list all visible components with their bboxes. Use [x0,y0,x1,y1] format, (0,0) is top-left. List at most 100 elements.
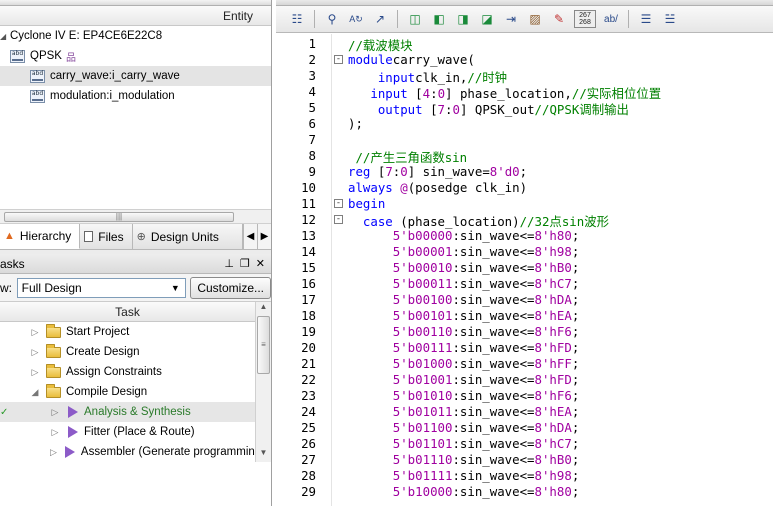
code-line[interactable]: 5'b00100:sin_wave<=8'hDA; [348,292,580,307]
goto-icon[interactable]: ↗ [371,10,389,28]
expand-icon[interactable]: ▷ [50,407,60,418]
collapse-icon[interactable]: ◢ [0,32,10,41]
tab-files[interactable]: Files [80,224,133,249]
list-icon[interactable]: ☷ [288,10,306,28]
task-column-header[interactable]: Task [0,302,255,322]
comment-icon[interactable]: ☰ [637,10,655,28]
tab-scroll-right-icon[interactable]: ▶ [257,224,271,249]
code-line[interactable]: always @(posedge clk_in) [348,180,527,195]
expand-icon[interactable]: ▷ [50,447,57,458]
play-icon[interactable] [64,446,75,458]
expand-icon[interactable]: ▷ [50,427,60,438]
fold-toggle-icon[interactable]: - [334,215,343,224]
code-token: [ [370,164,386,179]
task-item[interactable]: ▷ Fitter (Place & Route) [0,422,271,442]
fold-toggle-icon[interactable]: - [334,55,343,64]
line-number: 13 [301,228,316,243]
code-line[interactable]: 5'b01001:sin_wave<=8'hFD; [348,372,580,387]
scroll-thumb[interactable]: ||| [4,212,234,222]
code-line[interactable]: 5'b01110:sin_wave<=8'hB0; [348,452,580,467]
code-line[interactable]: begin [348,196,385,211]
tab-scroll-left-icon[interactable]: ◀ [243,224,257,249]
code-token: carry_wave( [392,52,475,67]
float-icon[interactable]: ❐ [240,257,250,270]
code-token: :sin_wave<= [452,484,535,499]
fold-toggle-icon[interactable]: - [334,199,343,208]
line-number-icon[interactable]: 267 268 [574,10,596,28]
bookmark-prev-icon[interactable]: ◧ [430,10,448,28]
code-token: 5'b00101 [392,308,453,323]
code-token: :sin_wave<= [452,292,535,307]
scroll-thumb[interactable]: ≡ [257,316,270,374]
code-line[interactable]: 5'b01101:sin_wave<=8'hC7; [348,436,580,451]
tab-hierarchy[interactable]: ▲ Hierarchy [0,224,81,249]
tasks-vscrollbar[interactable]: ▲ ≡ ▼ [255,302,271,462]
bookmark-icon[interactable]: ◫ [406,10,424,28]
code-line[interactable]: reg [7:0] sin_wave=8'd0; [348,164,527,179]
device-row[interactable]: ◢ Cyclone IV E: EP4CE6E22C8 [0,26,271,46]
template-icon[interactable]: ▨ [526,10,544,28]
code-line[interactable]: 5'b00110:sin_wave<=8'hF6; [348,324,580,339]
code-line[interactable]: 5'b00111:sin_wave<=8'hFD; [348,340,580,355]
find-icon[interactable]: ⚲ [323,10,341,28]
code-line[interactable]: 5'b00010:sin_wave<=8'hB0; [348,260,580,275]
bookmark-clear-icon[interactable]: ◪ [478,10,496,28]
code-line[interactable]: 5'b01111:sin_wave<=8'h98; [348,468,580,483]
code-token: 5'b01010 [392,388,453,403]
code-token: ; [571,276,580,291]
code-line[interactable]: 5'b00000:sin_wave<=8'h80; [348,228,580,243]
tab-design-units[interactable]: ⊕ Design Units [132,224,243,249]
navigator-hscrollbar[interactable]: ||| [0,209,271,224]
task-item[interactable]: ▷ Assign Constraints [0,362,271,382]
code-line[interactable]: modulecarry_wave( [348,52,475,67]
code-editor[interactable]: 1 2 3 4 5 6 7 8 9 10 11 12 13 14 15 16 17 18 19 20 21 22 23 24 2… [276,34,773,506]
flow-select[interactable]: Full Design ▼ [16,277,187,298]
tree-item-carry-wave[interactable]: abd carry_wave:i_carry_wave [0,66,271,86]
code-token: 8'hDA [534,420,572,435]
code-token: 5'b00010 [392,260,453,275]
code-line[interactable]: ); [348,116,363,131]
task-item-selected[interactable]: ✓ ▷ Analysis & Synthesis [0,402,255,422]
code-line[interactable]: 5'b01000:sin_wave<=8'hFF; [348,356,580,371]
code-token: //时钟 [467,70,508,85]
indent-icon[interactable]: ⇥ [502,10,520,28]
code-line[interactable]: 5'b00011:sin_wave<=8'hC7; [348,276,580,291]
close-icon[interactable]: ✕ [256,257,265,270]
entity-column-header[interactable]: Entity [0,6,271,26]
play-icon[interactable] [68,406,78,418]
code-token: ; [571,324,580,339]
task-item[interactable]: ▷ Create Design [0,342,271,362]
tree-item-qpsk[interactable]: abd QPSK 品 [0,46,271,66]
replace-icon[interactable]: A↻ [347,10,365,28]
code-line[interactable]: 5'b01100:sin_wave<=8'hDA; [348,420,580,435]
code-token: ; [571,340,580,355]
task-item[interactable]: ▷ Start Project [0,322,271,342]
code-line[interactable]: 5'b00101:sin_wave<=8'hEA; [348,308,580,323]
code-line[interactable]: 5'b01011:sin_wave<=8'hEA; [348,404,580,419]
code-line[interactable]: output [7:0] QPSK_out//QPSK调制输出 [348,100,629,118]
wrap-icon[interactable]: ab/ [602,10,620,28]
bookmark-next-icon[interactable]: ◨ [454,10,472,28]
code-line[interactable]: 5'b01010:sin_wave<=8'hF6; [348,388,580,403]
task-item[interactable]: ◢ Compile Design [0,382,271,402]
expand-icon[interactable]: ▷ [30,347,40,358]
expand-icon[interactable]: ▷ [30,327,40,338]
check-syntax-icon[interactable]: ✎ [550,10,568,28]
scroll-up-icon[interactable]: ▲ [256,302,271,316]
tree-item-modulation[interactable]: abd modulation:i_modulation [0,86,271,106]
line-number: 10 [301,180,316,195]
uncomment-icon[interactable]: ☱ [661,10,679,28]
play-icon[interactable] [68,426,78,438]
task-item[interactable]: ▷ Assembler (Generate programming [0,442,255,462]
code-line[interactable]: 5'b00001:sin_wave<=8'h98; [348,244,580,259]
code-line[interactable]: 5'b10000:sin_wave<=8'h80; [348,484,580,499]
customize-button[interactable]: Customize... [190,276,271,299]
pin-icon[interactable]: ⊥ [224,257,234,270]
scroll-down-icon[interactable]: ▼ [256,448,271,462]
expand-icon[interactable]: ▷ [30,367,40,378]
chevron-down-icon[interactable]: ▼ [167,280,183,296]
collapse-icon[interactable]: ◢ [30,387,40,398]
